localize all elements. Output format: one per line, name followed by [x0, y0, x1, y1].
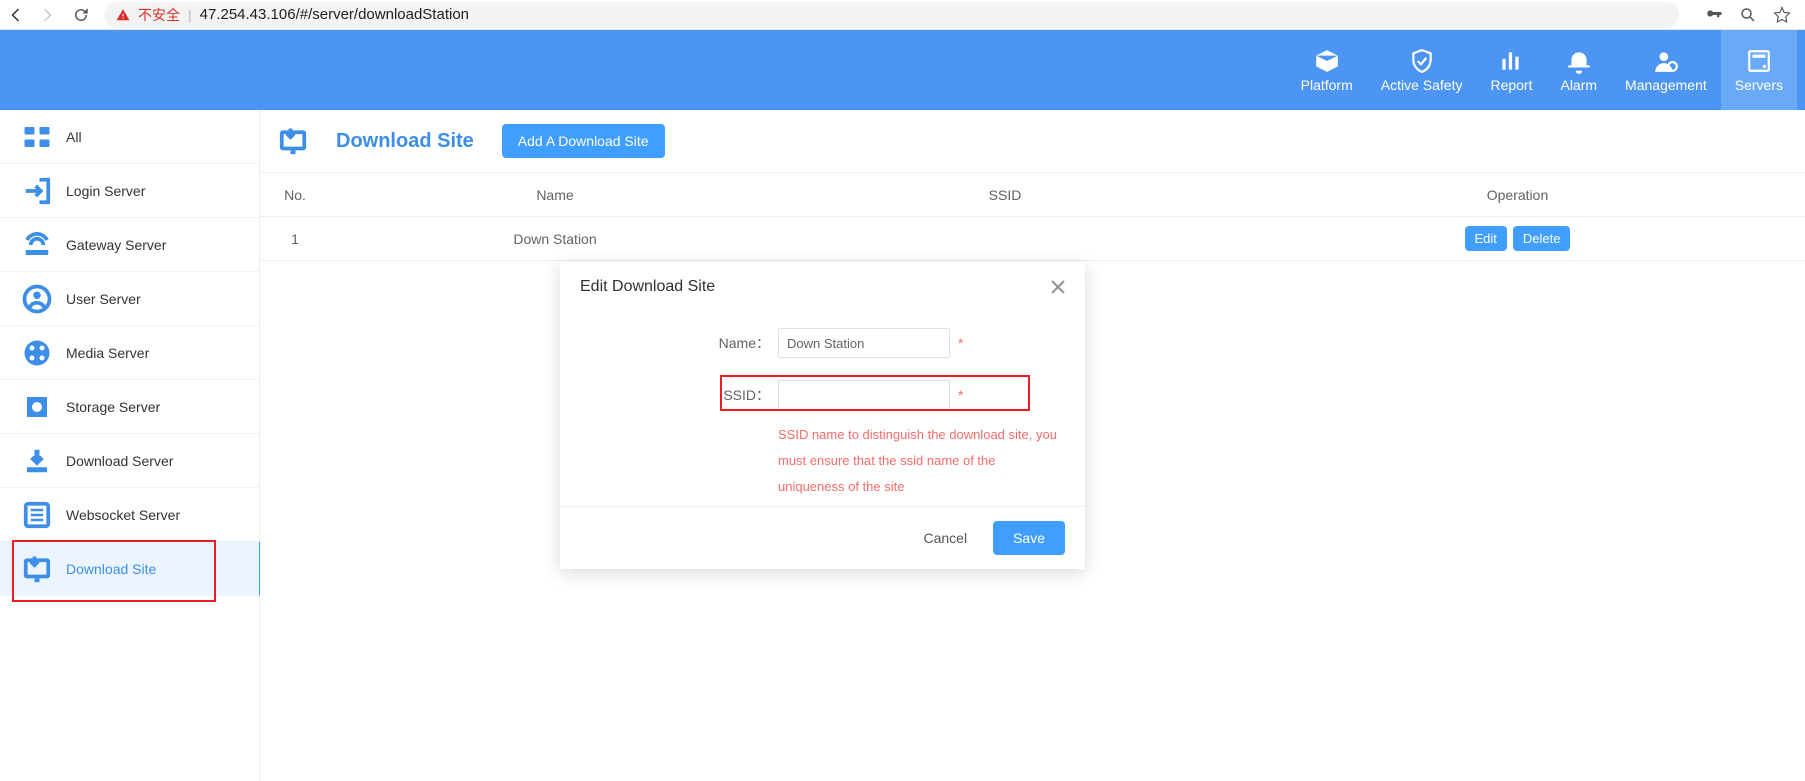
tab-alarm[interactable]: Alarm [1546, 30, 1611, 110]
sidebar-item-label: Websocket Server [66, 507, 180, 523]
form-row-ssid: SSID： * [580, 380, 1065, 410]
sidebar-item-label: Login Server [66, 183, 145, 199]
separator: | [188, 7, 192, 23]
sidebar-item-storage-server[interactable]: Storage Server [0, 380, 259, 434]
tab-report[interactable]: Report [1476, 30, 1546, 110]
reload-button[interactable] [72, 6, 90, 24]
tab-management[interactable]: Management [1611, 30, 1721, 110]
required-mark: * [958, 387, 963, 403]
insecure-label: 不安全 [138, 5, 180, 25]
top-nav: Platform Active Safety Report Alarm Mana… [0, 30, 1805, 110]
sidebar-item-label: Download Server [66, 453, 173, 469]
tab-label: Report [1490, 77, 1532, 93]
address-bar[interactable]: 不安全 | 47.254.43.106/#/server/downloadSta… [104, 2, 1679, 28]
sidebar-item-download-site[interactable]: Download Site [0, 542, 260, 596]
page-icon [278, 126, 308, 156]
col-name: Name [330, 173, 780, 217]
close-icon[interactable] [1051, 280, 1065, 294]
storage-icon [22, 392, 52, 422]
download-site-table: No. Name SSID Operation 1 Down Station E… [260, 172, 1805, 261]
main-content: Download Site Add A Download Site No. Na… [260, 110, 1805, 781]
tab-label: Management [1625, 77, 1707, 93]
browser-address-bar: 不安全 | 47.254.43.106/#/server/downloadSta… [0, 0, 1805, 30]
sidebar-item-label: Storage Server [66, 399, 160, 415]
tab-label: Platform [1301, 77, 1353, 93]
back-button[interactable] [8, 6, 26, 24]
ssid-label: SSID： [580, 385, 778, 405]
required-mark: * [958, 335, 963, 351]
tab-platform[interactable]: Platform [1287, 30, 1367, 110]
tab-label: Active Safety [1381, 77, 1463, 93]
page-title: Download Site [336, 130, 474, 153]
cell-name: Down Station [330, 217, 780, 261]
ssid-input[interactable] [778, 380, 950, 410]
col-ssid: SSID [780, 173, 1230, 217]
gateway-icon [22, 230, 52, 260]
sidebar-item-login-server[interactable]: Login Server [0, 164, 259, 218]
name-label: Name： [580, 333, 778, 353]
forward-button[interactable] [40, 6, 58, 24]
col-no: No. [260, 173, 330, 217]
table-row: 1 Down Station Edit Delete [260, 217, 1805, 261]
sidebar-item-media-server[interactable]: Media Server [0, 326, 259, 380]
name-input[interactable] [778, 328, 950, 358]
insecure-icon [116, 8, 130, 22]
login-icon [22, 176, 52, 206]
cell-ssid [780, 217, 1230, 261]
sidebar-item-label: All [66, 129, 82, 145]
all-icon [22, 122, 52, 152]
user-server-icon [22, 284, 52, 314]
edit-download-site-dialog: Edit Download Site Name： * SSID： * SSID … [560, 262, 1085, 569]
ssid-hint: SSID name to distinguish the download si… [580, 422, 1060, 500]
sidebar-item-label: Gateway Server [66, 237, 166, 253]
url-text: 47.254.43.106/#/server/downloadStation [200, 6, 469, 23]
form-row-name: Name： * [580, 328, 1065, 358]
dialog-title: Edit Download Site [580, 278, 715, 296]
col-operation: Operation [1230, 173, 1805, 217]
key-icon[interactable] [1705, 6, 1723, 24]
sidebar-item-websocket-server[interactable]: Websocket Server [0, 488, 259, 542]
sidebar-item-download-server[interactable]: Download Server [0, 434, 259, 488]
tab-label: Alarm [1560, 77, 1597, 93]
websocket-icon [22, 500, 52, 530]
sidebar: All Login Server Gateway Server User Ser… [0, 110, 260, 781]
tab-label: Servers [1735, 77, 1783, 93]
sidebar-item-all[interactable]: All [0, 110, 259, 164]
site-icon [22, 554, 52, 584]
tab-servers[interactable]: Servers [1721, 30, 1797, 110]
save-button[interactable]: Save [993, 521, 1065, 555]
sidebar-item-label: Media Server [66, 345, 149, 361]
media-icon [22, 338, 52, 368]
sidebar-item-label: User Server [66, 291, 141, 307]
cell-no: 1 [260, 217, 330, 261]
add-download-site-button[interactable]: Add A Download Site [502, 124, 665, 158]
star-icon[interactable] [1773, 6, 1791, 24]
zoom-icon[interactable] [1739, 6, 1757, 24]
tab-active-safety[interactable]: Active Safety [1367, 30, 1477, 110]
sidebar-item-user-server[interactable]: User Server [0, 272, 259, 326]
delete-button[interactable]: Delete [1513, 226, 1571, 251]
cancel-button[interactable]: Cancel [909, 521, 981, 555]
edit-button[interactable]: Edit [1465, 226, 1507, 251]
download-icon [22, 446, 52, 476]
sidebar-item-gateway-server[interactable]: Gateway Server [0, 218, 259, 272]
sidebar-item-label: Download Site [66, 561, 156, 577]
page-header: Download Site Add A Download Site [260, 110, 1805, 172]
